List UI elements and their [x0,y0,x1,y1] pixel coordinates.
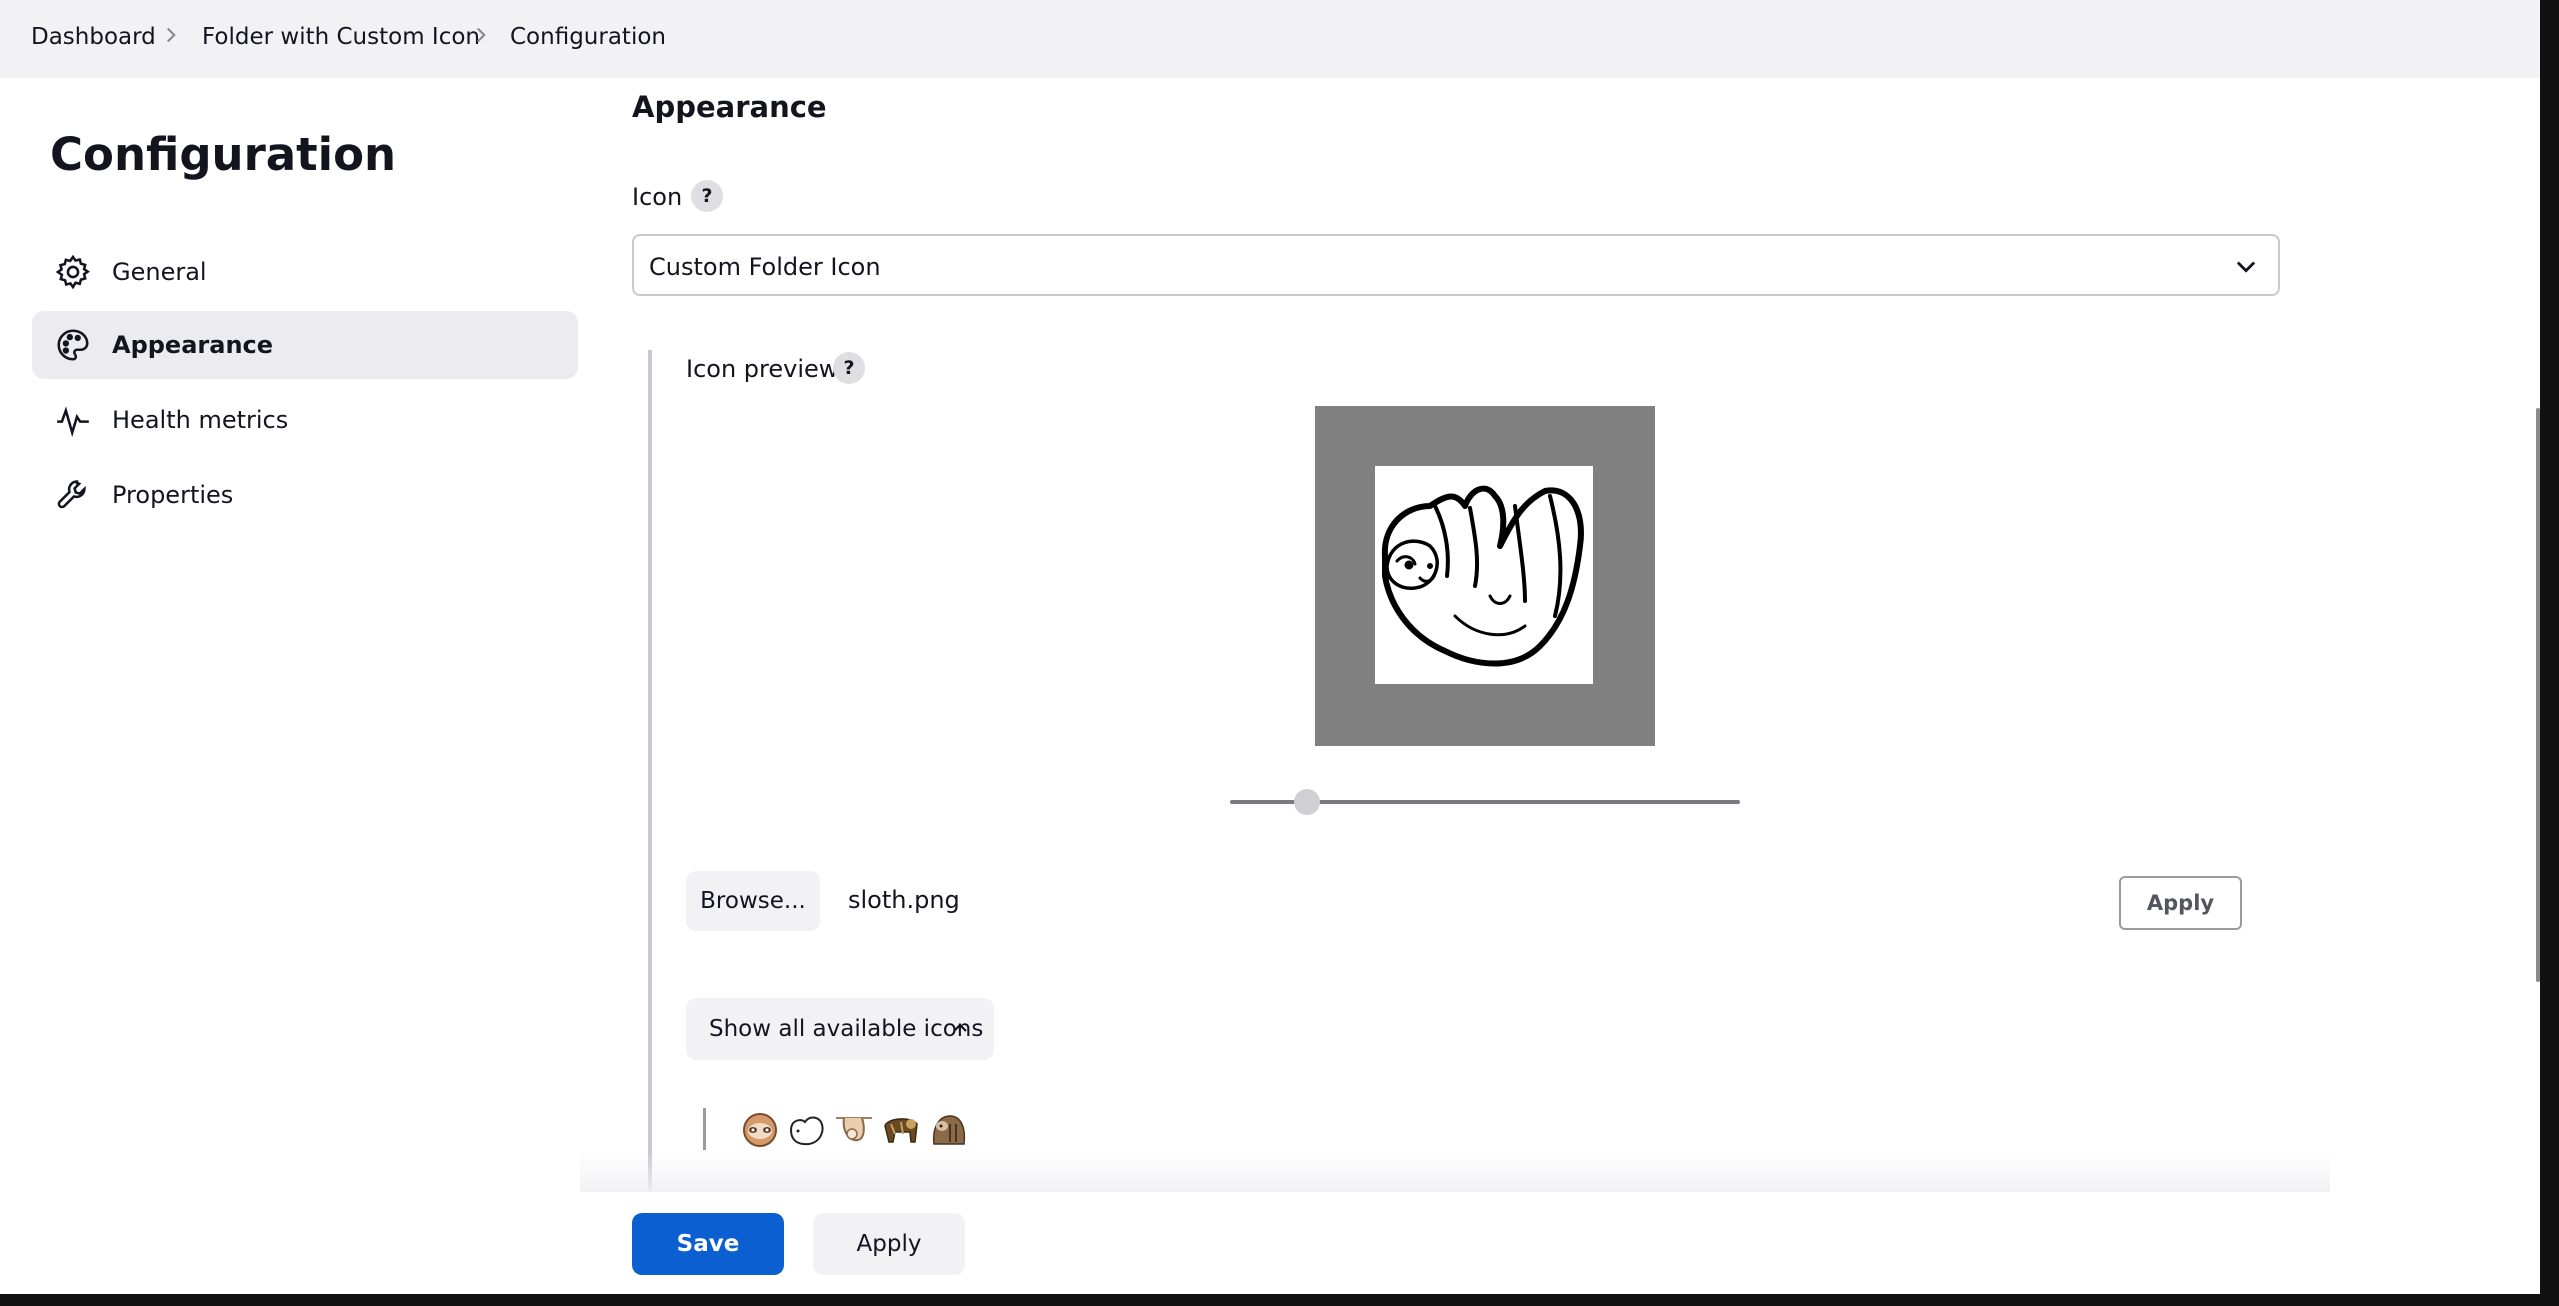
apply-button[interactable]: Apply [813,1213,965,1275]
sidebar-item-health-metrics[interactable]: Health metrics [32,386,578,454]
page-title: Configuration [50,128,397,181]
sidebar-item-appearance[interactable]: Appearance [32,311,578,379]
sidebar-item-label: General [112,258,207,286]
show-all-icons-label: Show all available icons [709,1016,984,1042]
sloth-walking-icon[interactable] [881,1112,921,1148]
footer-bar [0,1192,2540,1292]
breadcrumb: Dashboard Folder with Custom Icon Config… [0,0,2540,78]
sidebar-item-label: Appearance [112,331,274,359]
pulse-icon [57,406,89,438]
chevron-down-icon [2236,261,2256,273]
gear-icon [55,254,90,290]
chevron-right-icon [166,27,176,43]
icon-preview-help-button[interactable]: ? [833,352,865,384]
section-title: Appearance [632,90,827,124]
upload-apply-button[interactable]: Apply [2119,876,2242,930]
icon-label: Icon [632,183,683,211]
selected-file-name: sloth.png [848,886,960,914]
palette-icon [57,329,89,361]
wrench-icon [57,480,86,509]
sloth-climbing-icon[interactable] [834,1112,874,1148]
window-edge [2540,0,2559,1306]
icon-type-select-value: Custom Folder Icon [649,253,881,281]
sloth-face-icon[interactable] [740,1112,780,1148]
breadcrumb-folder[interactable]: Folder with Custom Icon [202,24,480,50]
window-edge [0,1294,2559,1306]
breadcrumb-dashboard[interactable]: Dashboard [31,24,156,50]
chevron-right-icon [476,27,486,43]
icon-preview-frame [1315,406,1655,746]
hanging-sloth-icon[interactable] [787,1112,827,1148]
zoom-slider-thumb[interactable] [1293,789,1320,815]
icon-preview-label: Icon preview [686,355,839,383]
sidebar-item-properties[interactable]: Properties [32,461,578,529]
browse-button[interactable]: Browse... [686,871,820,931]
breadcrumb-configuration[interactable]: Configuration [510,24,666,50]
chevron-up-icon [953,1023,967,1032]
sidebar-item-label: Health metrics [112,406,289,434]
icon-preview-image [1375,466,1593,684]
save-button[interactable]: Save [632,1213,784,1275]
scroll-fade [580,1150,2330,1192]
sloth-image [1381,485,1584,667]
icons-list-divider [703,1108,706,1150]
sloth-sitting-icon[interactable] [928,1112,968,1148]
sidebar-item-general[interactable]: General [32,238,578,306]
icon-type-select[interactable]: Custom Folder Icon [632,234,2280,296]
show-all-icons-button[interactable]: Show all available icons [686,998,994,1060]
icon-help-button[interactable]: ? [691,180,723,212]
sidebar-item-label: Properties [112,481,234,509]
nested-section-divider [648,350,652,1195]
